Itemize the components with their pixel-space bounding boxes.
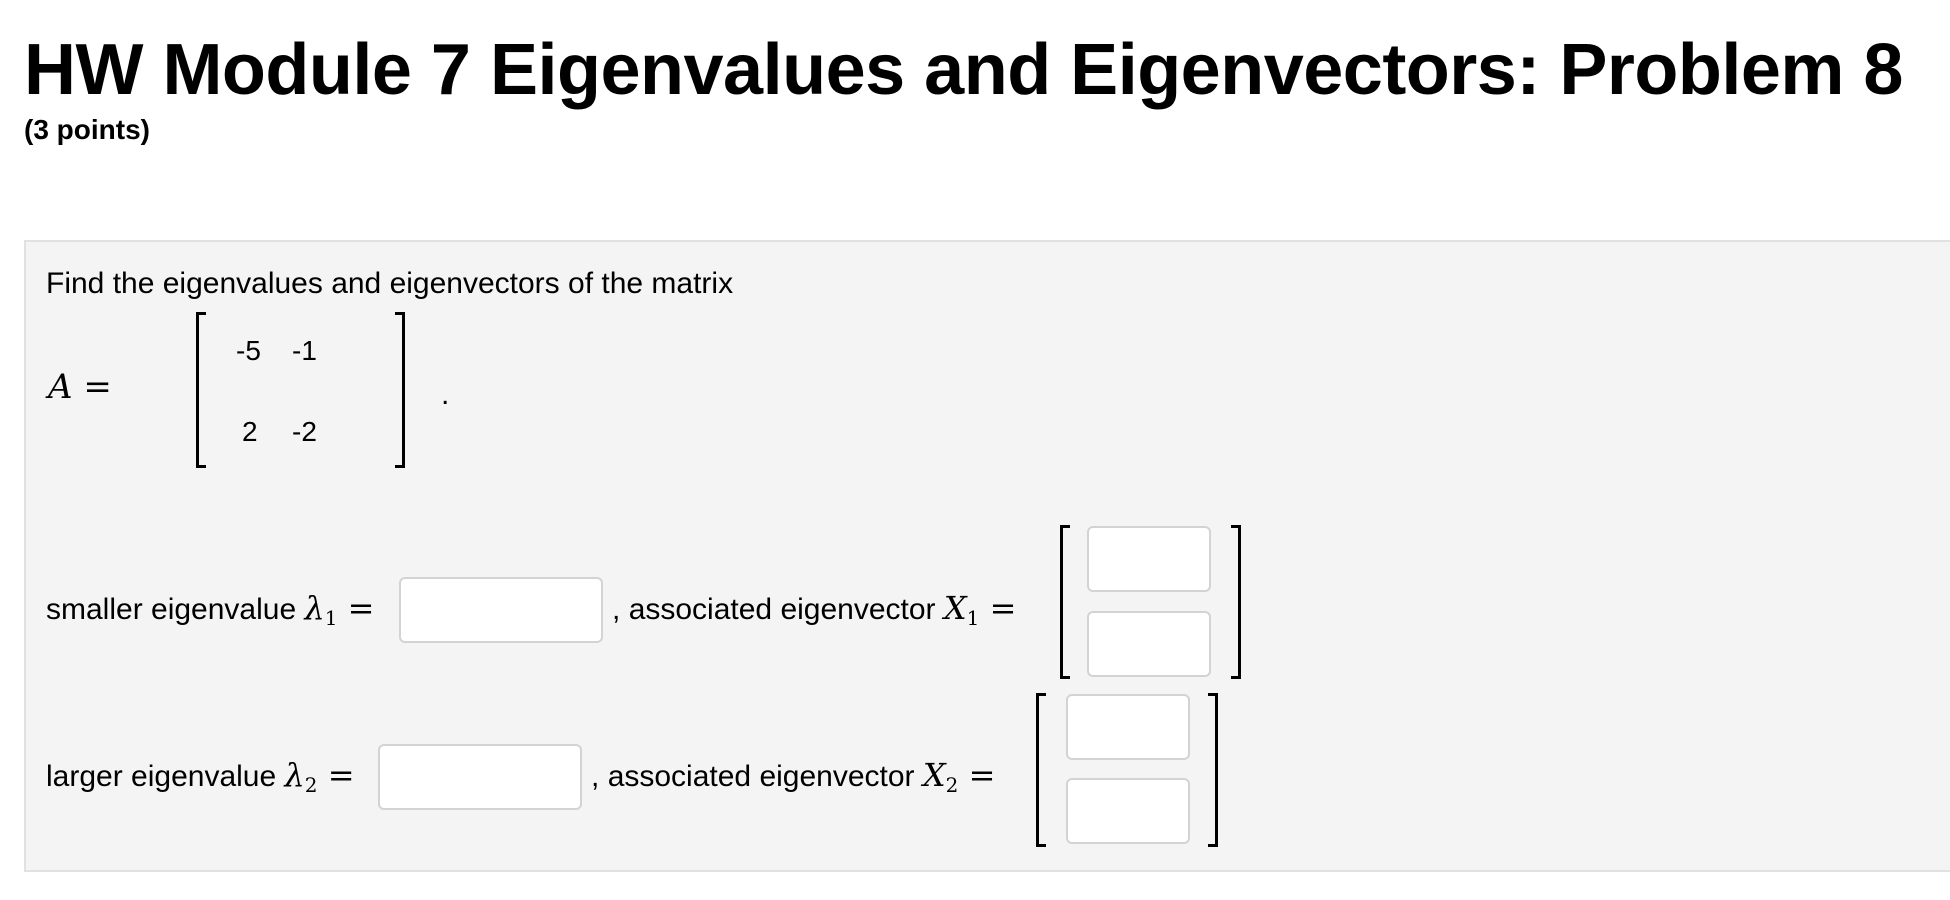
larger-eigenvalue-input[interactable]	[378, 744, 582, 810]
eigenvector-2-right-bracket	[1208, 693, 1218, 847]
eigenvector-1-bottom-input[interactable]	[1087, 611, 1211, 677]
problem-prompt: Find the eigenvalues and eigenvectors of…	[46, 267, 734, 300]
eigenvector-2-left-bracket	[1036, 693, 1046, 847]
eigenvector-2-label: , associated eigenvector X2 =	[591, 755, 995, 805]
matrix-period: .	[441, 378, 450, 411]
associated-eigenvector-2-text: associated eigenvector	[607, 760, 915, 793]
smaller-eigenvalue-label: smaller eigenvalue λ1 =	[46, 588, 374, 638]
matrix-equals: =	[83, 367, 112, 407]
larger-eigenvalue-text: larger eigenvalue	[46, 760, 277, 793]
matrix-left-bracket	[196, 312, 206, 468]
matrix-cell-r2c1: 2	[242, 416, 258, 447]
larger-eigenvalue-label: larger eigenvalue λ2 =	[46, 755, 355, 805]
eigenvector-2-bottom-input[interactable]	[1066, 778, 1190, 844]
matrix-cell-r1c2: -1	[292, 335, 317, 366]
smaller-eigenvalue-text: smaller eigenvalue	[46, 593, 297, 626]
x-1-symbol: X1 =	[943, 589, 1017, 630]
eigenvector-1-top-input[interactable]	[1087, 526, 1211, 592]
problem-page: HW Module 7 Eigenvalues and Eigenvectors…	[0, 0, 1950, 900]
eigenvector-1-left-bracket	[1060, 525, 1070, 679]
eigenvector-2-top-input[interactable]	[1066, 694, 1190, 760]
lambda-1-symbol: λ1 =	[304, 589, 375, 630]
smaller-eigenvalue-input[interactable]	[399, 577, 603, 643]
page-title: HW Module 7 Eigenvalues and Eigenvectors…	[24, 30, 1903, 110]
row2-comma: ,	[591, 760, 600, 793]
points-label: (3 points)	[24, 114, 150, 145]
x-2-symbol: X2 =	[922, 756, 996, 797]
eigenvector-1-right-bracket	[1231, 525, 1241, 679]
matrix-cell-r2c2: -2	[292, 416, 317, 447]
matrix-symbol: A	[48, 367, 73, 407]
matrix-label: A =	[48, 367, 112, 407]
eigenvector-1-label: , associated eigenvector X1 =	[612, 588, 1016, 638]
row1-comma: ,	[612, 593, 621, 626]
matrix-right-bracket	[395, 312, 405, 468]
associated-eigenvector-1-text: associated eigenvector	[628, 593, 936, 626]
matrix-cell-r1c1: -5	[236, 335, 261, 366]
lambda-2-symbol: λ2 =	[284, 756, 355, 797]
